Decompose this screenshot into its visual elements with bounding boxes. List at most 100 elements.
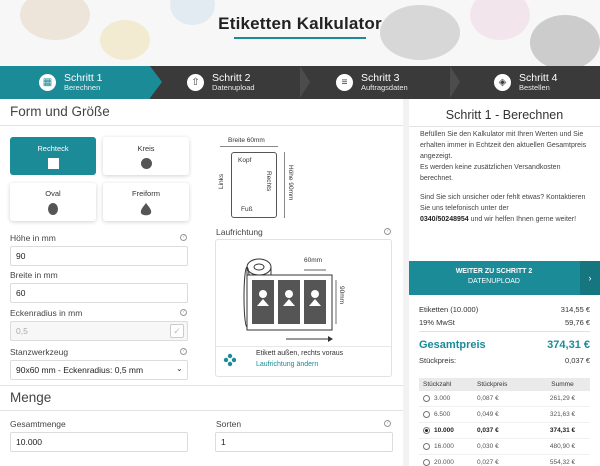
corner-radius-checkbox[interactable]: ✓ [170,324,184,338]
row-qty: 6.500 [434,410,451,418]
width-input[interactable]: 60 [10,283,188,303]
height-label: Höhe in mm [10,233,56,243]
divider [419,331,590,332]
row-sum: 554,32 € [549,459,576,466]
row-sum: 321,63 € [549,411,576,418]
run-footer-text: Etikett außen, rechts voraus [256,350,344,357]
box-icon: ◈ [494,74,511,91]
row-unit: 0,037 € [477,427,499,434]
info-text: Befüllen Sie den Kalkulator mit Ihren We… [420,129,595,184]
step-3-sub: Auftragsdaten [361,83,408,93]
unit-price-row: Stückpreis: 0,037 € [419,356,590,365]
table-header: Stückzahl Stückpreis Summe [419,378,590,391]
help-icon[interactable]: ? [180,348,187,355]
corner-radius-label: Eckenradius in mm [10,308,83,318]
price-table: Stückzahl Stückpreis Summe 3.000 0,087 €… [419,378,590,466]
divider [0,385,403,386]
step-separator [450,66,460,98]
run-direction-box: 60mm 90mm Etikett außen, rechts voraus L… [215,239,392,377]
width-dimension-line [220,146,278,147]
labels-cost-value: 314,55 € [560,305,590,314]
document-icon: ≡ [336,74,353,91]
section-title-form: Form und Größe [10,104,110,119]
shape-rechteck-button[interactable]: Rechteck [10,137,96,175]
label-width-text: Breite 60mm [228,137,265,144]
help-icon[interactable]: ? [180,234,187,241]
total-quantity-input[interactable]: 10.000 [10,432,188,452]
next-step-button[interactable]: WEITER ZU SCHRITT 2 DATENUPLOAD › [409,261,600,295]
divider [409,126,600,127]
height-input[interactable]: 90 [10,246,188,266]
header-banner: Etiketten Kalkulator [0,0,600,66]
step-4-sub: Bestellen [519,83,550,93]
column-header: Summe [551,381,574,388]
sidebar-title: Schritt 1 - Berechnen [445,108,564,122]
table-row[interactable]: 16.000 0,030 € 480,90 € [419,439,590,455]
step-1[interactable]: ▦ Schritt 1 Berechnen [0,66,150,99]
quantity-radio[interactable] [423,443,430,450]
quantity-radio[interactable] [423,411,430,418]
height-dimension-line [284,152,285,218]
table-row[interactable]: 3.000 0,087 € 261,29 € [419,391,590,407]
phone-number[interactable]: 0340/50248954 [420,216,469,223]
shape-freiform-button[interactable]: Freiform [103,183,189,221]
tool-select[interactable]: 90x60 mm - Eckenradius: 0,5 mm [10,360,188,380]
total-quantity-label: Gesamtmenge [10,419,66,429]
page-title: Etiketten Kalkulator [218,14,382,33]
label-top-text: Kopf [238,157,252,164]
vat-row: 19% MwSt 59,76 € [419,318,590,327]
width-label: Breite in mm [10,270,58,280]
quantity-radio[interactable] [423,459,430,466]
corner-radius-input[interactable]: 0,5 [10,321,188,341]
quantity-radio[interactable] [423,427,430,434]
shape-label: Freiform [132,188,160,198]
row-unit: 0,049 € [477,411,499,418]
info-text-4: und wir helfen Ihnen gerne weiter! [468,216,577,223]
contact-text: Sind Sie sich unsicher oder fehlt etwas?… [420,192,595,225]
column-header: Stückzahl [423,381,452,388]
step-1-sub: Berechnen [64,83,101,93]
help-icon[interactable]: ? [180,309,187,316]
vat-label: 19% MwSt [419,318,455,327]
row-unit: 0,087 € [477,395,499,402]
column-header: Stückpreis [477,381,508,388]
table-row[interactable]: 6.500 0,049 € 321,63 € [419,407,590,423]
table-row[interactable]: 20.000 0,027 € 554,32 € [419,455,590,466]
help-icon[interactable]: ? [384,420,391,427]
quantity-radio[interactable] [423,395,430,402]
calculator-icon: ▦ [39,74,56,91]
shape-kreis-button[interactable]: Kreis [103,137,189,175]
step-3[interactable]: ≡ Schritt 3 Auftragsdaten [336,66,408,99]
step-2[interactable]: ⇧ Schritt 2 Datenupload [187,66,255,99]
direction-icon [223,353,237,367]
step-separator [300,66,310,98]
unit-price-value: 0,037 € [564,356,590,365]
total-price-value: 374,31 € [547,339,590,351]
row-qty: 10.000 [434,426,454,434]
square-icon [47,157,59,169]
divider [0,125,403,126]
oval-icon [48,203,58,215]
shape-label: Kreis [137,143,155,153]
table-row[interactable]: 10.000 0,037 € 374,31 € [419,423,590,439]
section-title-quantity: Menge [10,390,52,405]
vat-value: 59,76 € [564,318,590,327]
summary-sidebar: Schritt 1 - Berechnen Befüllen Sie den K… [409,99,600,466]
help-icon[interactable]: ? [384,228,391,235]
next-step-line2: DATENUPLOAD [468,278,520,285]
change-direction-link[interactable]: Laufrichtung ändern [256,361,318,368]
total-price-row: Gesamtpreis 374,31 € [419,339,590,351]
row-unit: 0,030 € [477,443,499,450]
shape-label: Rechteck [37,143,69,153]
divider [0,410,403,411]
steps-bar: ▦ Schritt 1 Berechnen ⇧ Schritt 2 Datenupl… [0,66,600,99]
tool-label: Stanzwerkzeug [10,347,69,357]
sorts-input[interactable]: 1 [215,432,393,452]
shape-oval-button[interactable]: Oval [10,183,96,221]
row-sum: 480,90 € [549,443,576,450]
step-4[interactable]: ◈ Schritt 4 Bestellen [494,66,558,99]
label-height-text: Höhe 90mm [287,165,294,201]
chevron-right-icon: › [580,261,600,295]
info-text-1: Befüllen Sie den Kalkulator mit Ihren We… [420,131,587,160]
freeform-icon [140,202,152,215]
